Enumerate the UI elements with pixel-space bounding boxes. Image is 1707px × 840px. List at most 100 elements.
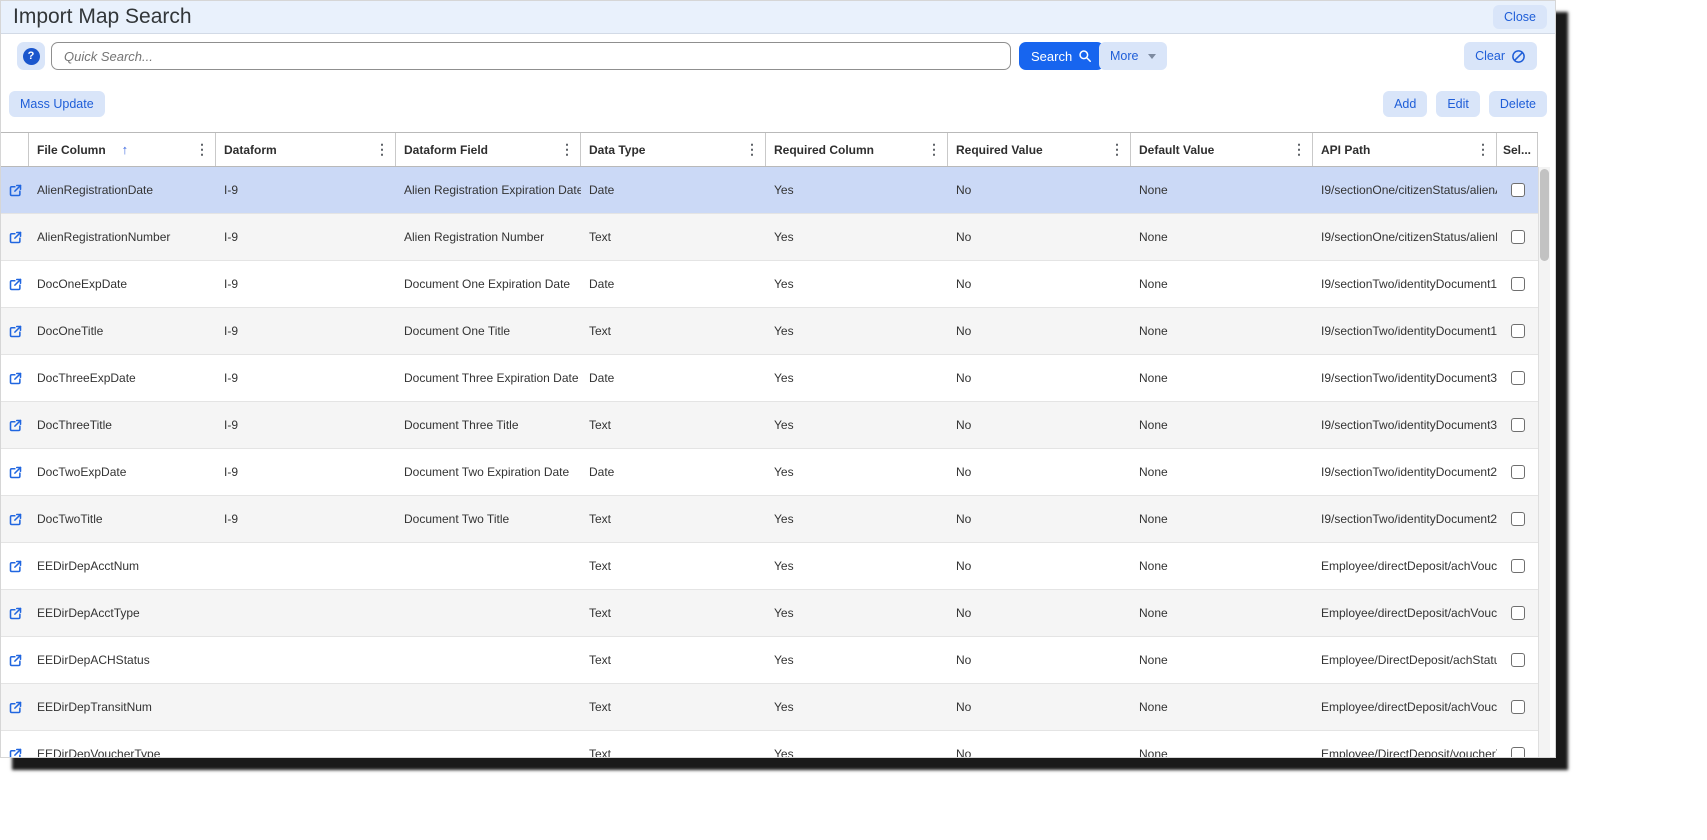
row-select-checkbox[interactable] [1511, 653, 1525, 667]
header-cell-required_column[interactable]: Required Column⋮ [766, 133, 948, 166]
row-select-checkbox[interactable] [1511, 559, 1525, 573]
table-row[interactable]: DocOneExpDateI-9Document One Expiration … [1, 261, 1538, 308]
row-link-cell[interactable] [1, 684, 29, 730]
table-row[interactable]: AlienRegistrationDateI-9Alien Registrati… [1, 167, 1538, 214]
row-select-checkbox[interactable] [1511, 324, 1525, 338]
row-link-cell[interactable] [1, 496, 29, 542]
header-cell-data_type[interactable]: Data Type⋮ [581, 133, 766, 166]
row-link-cell[interactable] [1, 167, 29, 213]
table-row[interactable]: EEDirDepACHStatusTextYesNoNoneEmployee/D… [1, 637, 1538, 684]
search-button[interactable]: Search [1019, 42, 1104, 70]
header-cell-required_value[interactable]: Required Value⋮ [948, 133, 1131, 166]
edit-button[interactable]: Edit [1436, 91, 1480, 117]
open-record-icon[interactable] [8, 465, 23, 480]
header-cell-dataform[interactable]: Dataform⋮ [216, 133, 396, 166]
row-select-checkbox[interactable] [1511, 512, 1525, 526]
table-row[interactable]: DocThreeExpDateI-9Document Three Expirat… [1, 355, 1538, 402]
add-button[interactable]: Add [1383, 91, 1427, 117]
open-record-icon[interactable] [8, 747, 23, 759]
delete-button[interactable]: Delete [1489, 91, 1547, 117]
open-record-icon[interactable] [8, 418, 23, 433]
grid-header: File Column↑⋮Dataform⋮Dataform Field⋮Dat… [1, 132, 1538, 167]
table-row[interactable]: EEDirDepAcctTypeTextYesNoNoneEmployee/di… [1, 590, 1538, 637]
open-record-icon[interactable] [8, 700, 23, 715]
cell-dataform: I-9 [216, 214, 396, 260]
cell-file_column: EEDirDepTransitNum [29, 684, 216, 730]
table-row[interactable]: EEDirDepVoucherTypeTextYesNoNoneEmployee… [1, 731, 1538, 758]
table-row[interactable]: EEDirDepTransitNumTextYesNoNoneEmployee/… [1, 684, 1538, 731]
row-link-cell[interactable] [1, 402, 29, 448]
open-record-icon[interactable] [8, 230, 23, 245]
more-button[interactable]: More [1099, 42, 1167, 70]
row-select-checkbox[interactable] [1511, 747, 1525, 758]
header-cell-dataform_field[interactable]: Dataform Field⋮ [396, 133, 581, 166]
cell-required_column: Yes [766, 543, 948, 589]
column-menu-icon[interactable]: ⋮ [369, 141, 389, 158]
table-row[interactable]: EEDirDepAcctNumTextYesNoNoneEmployee/dir… [1, 543, 1538, 590]
quick-search-input[interactable] [51, 42, 1011, 70]
cell-api_path: Employee/DirectDeposit/achStatus [1313, 637, 1497, 683]
row-select-cell [1497, 543, 1538, 589]
open-record-icon[interactable] [8, 371, 23, 386]
row-select-checkbox[interactable] [1511, 700, 1525, 714]
close-button[interactable]: Close [1493, 5, 1547, 29]
page-title: Import Map Search [13, 5, 192, 29]
column-menu-icon[interactable]: ⋮ [554, 141, 574, 158]
open-record-icon[interactable] [8, 559, 23, 574]
column-menu-icon[interactable]: ⋮ [921, 141, 941, 158]
row-select-checkbox[interactable] [1511, 183, 1525, 197]
open-record-icon[interactable] [8, 277, 23, 292]
open-record-icon[interactable] [8, 606, 23, 621]
results-grid: File Column↑⋮Dataform⋮Dataform Field⋮Dat… [1, 132, 1550, 758]
row-select-checkbox[interactable] [1511, 277, 1525, 291]
row-select-checkbox[interactable] [1511, 230, 1525, 244]
open-record-icon[interactable] [8, 324, 23, 339]
open-record-icon[interactable] [8, 653, 23, 668]
help-button[interactable]: ? [17, 42, 45, 70]
column-menu-icon[interactable]: ⋮ [189, 141, 209, 158]
row-link-cell[interactable] [1, 308, 29, 354]
vertical-scrollbar[interactable] [1538, 167, 1550, 758]
row-link-cell[interactable] [1, 543, 29, 589]
mass-update-button[interactable]: Mass Update [9, 91, 105, 117]
column-menu-icon[interactable]: ⋮ [1470, 141, 1490, 158]
table-row[interactable]: AlienRegistrationNumberI-9Alien Registra… [1, 214, 1538, 261]
cell-data_type: Date [581, 167, 766, 213]
title-bar: Import Map Search Close [1, 1, 1555, 34]
open-record-icon[interactable] [8, 183, 23, 198]
row-select-cell [1497, 308, 1538, 354]
table-row[interactable]: DocTwoExpDateI-9Document Two Expiration … [1, 449, 1538, 496]
row-link-cell[interactable] [1, 590, 29, 636]
row-link-cell[interactable] [1, 214, 29, 260]
row-select-checkbox[interactable] [1511, 465, 1525, 479]
open-record-icon[interactable] [8, 512, 23, 527]
scrollbar-thumb[interactable] [1540, 169, 1549, 261]
cell-required_value: No [948, 214, 1131, 260]
cell-default_value: None [1131, 684, 1313, 730]
row-select-checkbox[interactable] [1511, 418, 1525, 432]
sort-ascending-icon[interactable]: ↑ [122, 142, 129, 157]
header-cell-select[interactable]: Sel... [1497, 133, 1538, 166]
cell-dataform_field: Alien Registration Expiration Date [396, 167, 581, 213]
row-link-cell[interactable] [1, 261, 29, 307]
table-row[interactable]: DocTwoTitleI-9Document Two TitleTextYesN… [1, 496, 1538, 543]
row-select-checkbox[interactable] [1511, 606, 1525, 620]
row-select-cell [1497, 637, 1538, 683]
row-select-checkbox[interactable] [1511, 371, 1525, 385]
header-cell-file_column[interactable]: File Column↑⋮ [29, 133, 216, 166]
column-menu-icon[interactable]: ⋮ [739, 141, 759, 158]
cell-required_column: Yes [766, 684, 948, 730]
table-row[interactable]: DocOneTitleI-9Document One TitleTextYesN… [1, 308, 1538, 355]
row-link-cell[interactable] [1, 355, 29, 401]
header-cell-default_value[interactable]: Default Value⋮ [1131, 133, 1313, 166]
row-link-cell[interactable] [1, 637, 29, 683]
row-link-cell[interactable] [1, 449, 29, 495]
column-menu-icon[interactable]: ⋮ [1286, 141, 1306, 158]
clear-button[interactable]: Clear [1464, 42, 1537, 70]
header-cell-api_path[interactable]: API Path⋮ [1313, 133, 1497, 166]
record-actions: Add Edit Delete [1383, 91, 1547, 117]
table-row[interactable]: DocThreeTitleI-9Document Three TitleText… [1, 402, 1538, 449]
row-link-cell[interactable] [1, 731, 29, 758]
cell-default_value: None [1131, 214, 1313, 260]
column-menu-icon[interactable]: ⋮ [1104, 141, 1124, 158]
